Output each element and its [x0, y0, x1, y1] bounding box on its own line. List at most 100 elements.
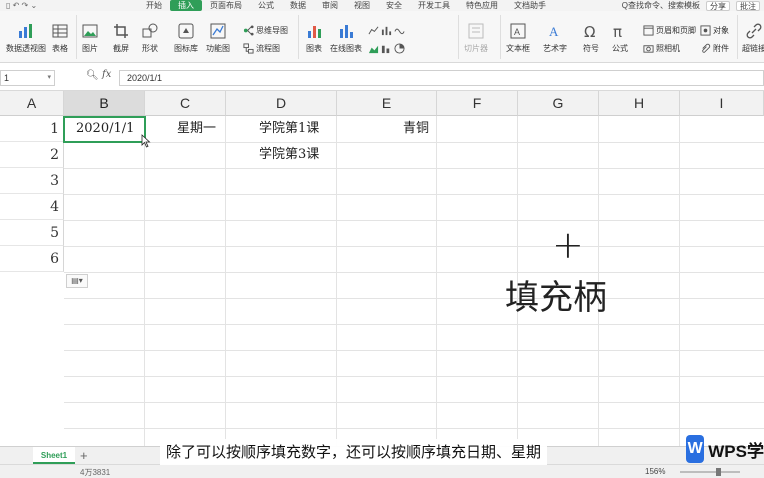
- chart-bar-icon: [381, 26, 392, 36]
- object-icon: [700, 25, 711, 36]
- online-chart-icon: [340, 25, 353, 38]
- tab-review[interactable]: 审阅: [314, 0, 346, 11]
- col-header-d[interactable]: D: [226, 91, 337, 116]
- cell-e1[interactable]: 青铜: [403, 116, 429, 142]
- tab-features[interactable]: 特色应用: [458, 0, 506, 11]
- row-header-3[interactable]: 3: [0, 168, 64, 194]
- chart-button[interactable]: 图表: [306, 23, 322, 54]
- tab-doc-assistant[interactable]: 文档助手: [506, 0, 554, 11]
- ribbon-toolbar: 数据透视图 表格 图片 截屏 形状 图标库 功能图 思维导图 流程图 图表 在线…: [0, 11, 764, 63]
- header-footer-icon: [643, 25, 654, 36]
- share-button[interactable]: 分享: [706, 0, 730, 11]
- fx-icon[interactable]: fx: [102, 69, 111, 80]
- attachment-button[interactable]: 附件: [700, 43, 729, 54]
- row-header-5[interactable]: 5: [0, 220, 64, 246]
- spreadsheet-grid: A B C D E F G H I 1 2 3 4 5 6 2020/1/1 星…: [0, 91, 764, 446]
- online-chart-button[interactable]: 在线图表: [330, 23, 362, 54]
- tab-developer[interactable]: 开发工具: [410, 0, 458, 11]
- active-cell-border: [63, 116, 146, 143]
- slicer-button[interactable]: 切片器: [464, 23, 488, 54]
- zoom-slider[interactable]: [680, 471, 740, 473]
- name-box[interactable]: 1 ▾: [0, 70, 55, 86]
- zoom-level[interactable]: 156%: [645, 467, 665, 476]
- svg-text:π: π: [613, 23, 622, 39]
- chart-pie-icon: [394, 43, 405, 54]
- shape-button[interactable]: 形状: [142, 23, 158, 54]
- zoom-search-icon[interactable]: 🔍︎: [86, 70, 99, 81]
- tab-formula[interactable]: 公式: [250, 0, 282, 11]
- textbox-button[interactable]: A 文本框: [506, 23, 530, 54]
- col-header-f[interactable]: F: [437, 91, 518, 116]
- quick-access[interactable]: ▯ ↶ ↷ ⌄: [0, 1, 138, 10]
- col-header-i[interactable]: I: [680, 91, 764, 116]
- link-icon: [746, 23, 762, 39]
- chevron-down-icon: ▾: [47, 74, 51, 81]
- command-search[interactable]: Q查找命令、搜索模板: [622, 0, 700, 11]
- tab-page-layout[interactable]: 页面布局: [202, 0, 250, 11]
- picture-button[interactable]: 图片: [82, 23, 98, 54]
- status-bar: 4万3831 156%: [0, 464, 764, 478]
- status-count: 4万3831: [80, 468, 111, 477]
- chart-column-icon: [381, 45, 390, 54]
- cell-c1[interactable]: 星期一: [177, 116, 216, 142]
- menu-bar: ▯ ↶ ↷ ⌄ 开始 插入 页面布局 公式 数据 审阅 视图 安全 开发工具 特…: [0, 0, 764, 11]
- row-header-2[interactable]: 2: [0, 142, 64, 168]
- col-header-b[interactable]: B: [64, 91, 145, 116]
- add-sheet-button[interactable]: +: [80, 447, 88, 464]
- wps-brand-text: WPS学: [708, 441, 764, 461]
- formula-input[interactable]: 2020/1/1: [119, 70, 764, 86]
- mindmap-button[interactable]: 思维导图: [243, 25, 288, 36]
- formula-button[interactable]: π 公式: [612, 23, 628, 54]
- tab-home[interactable]: 开始: [138, 0, 170, 11]
- icon-library-button[interactable]: 图标库: [174, 23, 198, 54]
- video-subtitle: 除了可以按顺序填充数字，还可以按顺序填充日期、星期: [160, 439, 548, 465]
- sheet-tab-sheet1[interactable]: Sheet1: [33, 447, 75, 464]
- comment-button[interactable]: 批注: [736, 0, 760, 11]
- chart-line-icon: [368, 26, 379, 35]
- annotation-plus: +: [552, 223, 584, 267]
- pi-icon: π: [613, 23, 622, 39]
- col-header-a[interactable]: A: [0, 91, 64, 116]
- cell-d2[interactable]: 学院第3课: [259, 142, 319, 168]
- wordart-button[interactable]: A 艺术字: [543, 23, 567, 54]
- row-header-1[interactable]: 1: [0, 116, 64, 142]
- chart-icon: [308, 26, 321, 38]
- zoom-slider-handle[interactable]: [716, 468, 721, 476]
- pivot-chart-button[interactable]: 数据透视图: [6, 23, 46, 54]
- symbol-button[interactable]: Ω 符号: [583, 23, 599, 54]
- table-button[interactable]: 表格: [52, 23, 68, 54]
- screenshot-button[interactable]: 截屏: [113, 23, 129, 54]
- tab-view[interactable]: 视图: [346, 0, 378, 11]
- camera-button[interactable]: 照相机: [643, 43, 680, 54]
- row-header-4[interactable]: 4: [0, 194, 64, 220]
- textbox-icon: A: [510, 23, 526, 39]
- function-chart-icon: [210, 23, 226, 39]
- col-header-h[interactable]: H: [599, 91, 680, 116]
- tab-security[interactable]: 安全: [378, 0, 410, 11]
- chart-type-dropdowns[interactable]: [368, 25, 405, 36]
- flowchart-button[interactable]: 流程图: [243, 43, 280, 54]
- object-button[interactable]: 对象: [700, 25, 729, 36]
- col-header-c[interactable]: C: [145, 91, 226, 116]
- row-header-6[interactable]: 6: [0, 246, 64, 272]
- chart-type-dropdowns-2[interactable]: [368, 43, 405, 54]
- tab-insert[interactable]: 插入: [170, 0, 202, 11]
- tab-data[interactable]: 数据: [282, 0, 314, 11]
- col-header-e[interactable]: E: [337, 91, 437, 116]
- shape-icon: [142, 23, 158, 38]
- flowchart-icon: [243, 43, 254, 54]
- icon-library-icon: [178, 23, 194, 39]
- hyperlink-button[interactable]: 超链接: [742, 23, 764, 54]
- svg-text:A: A: [549, 24, 559, 39]
- cell-d1[interactable]: 学院第1课: [259, 116, 319, 142]
- picture-icon: [82, 24, 98, 38]
- function-chart-button[interactable]: 功能图: [206, 23, 230, 54]
- table-icon: [52, 24, 68, 38]
- col-header-g[interactable]: G: [518, 91, 599, 116]
- wps-watermark: W WPS学: [686, 433, 764, 465]
- paperclip-icon: [702, 43, 711, 53]
- auto-fill-options-button[interactable]: ▤▾: [66, 274, 88, 288]
- header-footer-button[interactable]: 页眉和页脚: [643, 25, 696, 36]
- screenshot-icon: [114, 24, 128, 38]
- mouse-pointer-icon: [141, 134, 151, 148]
